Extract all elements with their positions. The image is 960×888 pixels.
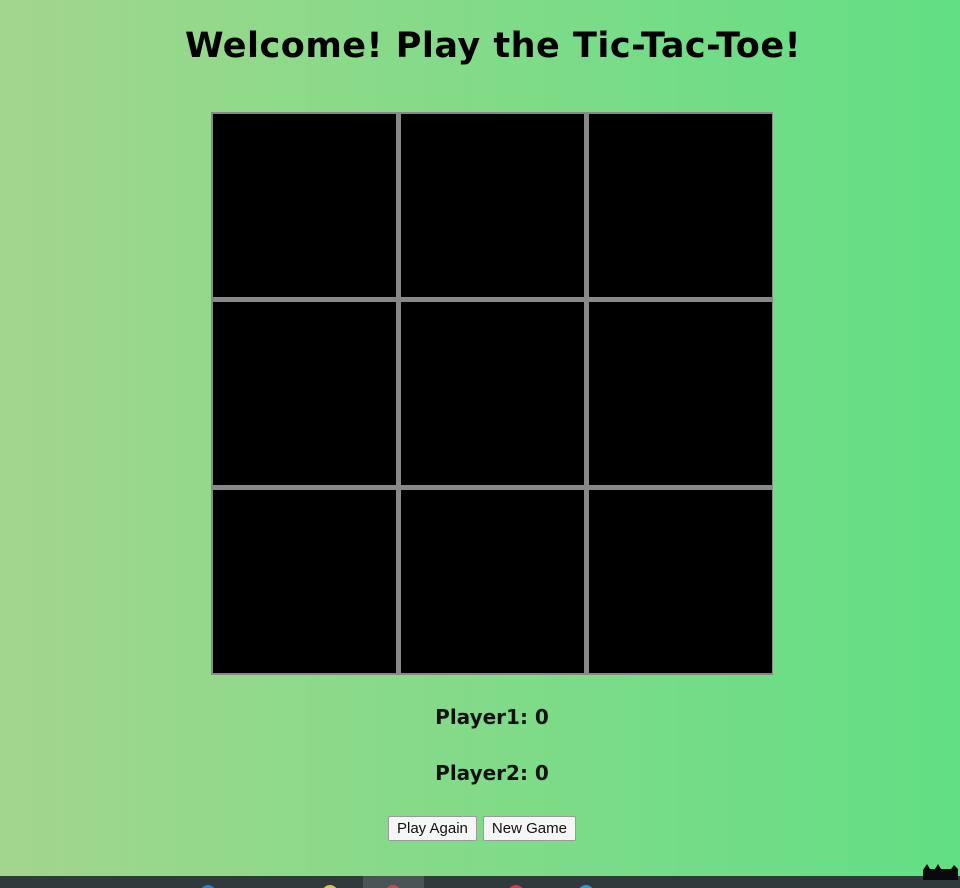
board-cell-5[interactable] (401, 302, 584, 485)
board-cell-3[interactable] (589, 114, 772, 297)
player1-score: Player1: 0 (435, 705, 549, 729)
board-cell-2[interactable] (401, 114, 584, 297)
player2-score: Player2: 0 (435, 761, 549, 785)
active-taskbar-slot[interactable] (363, 876, 424, 888)
game-controls: Play Again New Game (388, 816, 576, 841)
new-game-button[interactable]: New Game (482, 816, 576, 841)
play-again-button[interactable]: Play Again (388, 816, 477, 841)
board-cell-4[interactable] (213, 302, 396, 485)
cat-icon (923, 864, 958, 880)
page-title: Welcome! Play the Tic-Tac-Toe! (184, 26, 802, 66)
taskbar (0, 876, 960, 888)
board-cell-9[interactable] (589, 490, 772, 673)
board-cell-7[interactable] (213, 490, 396, 673)
board-cell-6[interactable] (589, 302, 772, 485)
board-cell-8[interactable] (401, 490, 584, 673)
game-board (211, 112, 773, 675)
board-cell-1[interactable] (213, 114, 396, 297)
